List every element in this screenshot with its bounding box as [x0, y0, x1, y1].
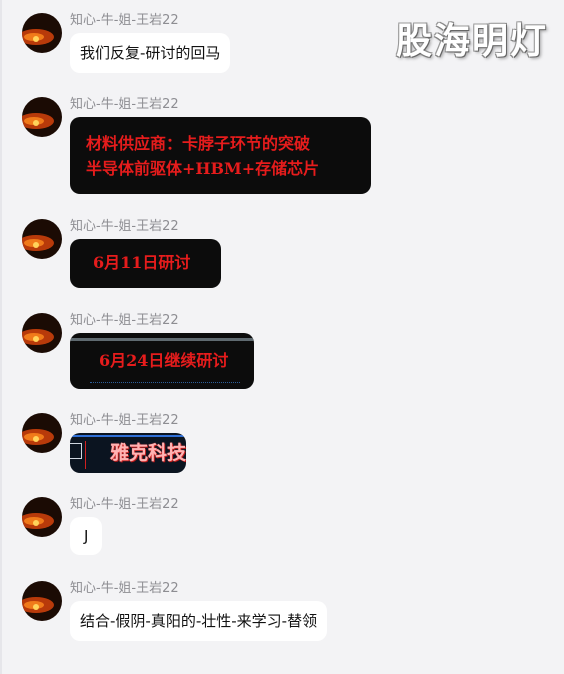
sender-name: 知心-牛-姐-王岩22: [70, 581, 179, 596]
image-message-bubble[interactable]: 雅克科技: [70, 433, 186, 473]
avatar-sunset-image: [22, 413, 62, 453]
avatar-sunset-image: [22, 219, 62, 259]
image-message-bubble[interactable]: 材料供应商：卡脖子环节的突破 半导体前驱体+HBM+存储芯片: [70, 117, 371, 194]
sender-name: 知心-牛-姐-王岩22: [70, 413, 179, 428]
image-message-bubble[interactable]: 6月11日研讨: [70, 239, 221, 288]
image-top-stripe: [70, 338, 254, 341]
text-message-bubble[interactable]: 我们反复-研讨的回马: [70, 33, 231, 73]
left-divider: [0, 0, 2, 674]
text-message-bubble[interactable]: 结合-假阴-真阳的-壮性-来学习-替领: [70, 601, 328, 641]
image-text-line: 材料供应商：卡脖子环节的突破: [86, 134, 311, 153]
sender-name: 知心-牛-姐-王岩22: [70, 219, 179, 234]
sender-name: 知心-牛-姐-王岩22: [70, 497, 179, 512]
image-text: 雅克科技: [110, 442, 186, 464]
image-red-divider: [85, 441, 86, 469]
image-dotted-line: [90, 382, 240, 383]
avatar[interactable]: [22, 13, 62, 53]
image-message-bubble[interactable]: 6月24日继续研讨: [70, 333, 254, 389]
image-text: 6月11日研讨: [93, 253, 191, 272]
avatar-sunset-image: [22, 97, 62, 137]
avatar[interactable]: [22, 497, 62, 537]
avatar-sunset-image: [22, 581, 62, 621]
sender-name: 知心-牛-姐-王岩22: [70, 313, 179, 328]
image-box-icon: [70, 443, 82, 459]
image-top-stripe: [70, 435, 186, 437]
sender-name: 知心-牛-姐-王岩22: [70, 97, 179, 112]
sender-name: 知心-牛-姐-王岩22: [70, 13, 179, 28]
avatar[interactable]: [22, 581, 62, 621]
avatar-sunset-image: [22, 497, 62, 537]
avatar[interactable]: [22, 219, 62, 259]
text-message-bubble[interactable]: J: [70, 517, 103, 555]
watermark-logo: 股海明灯: [395, 21, 548, 62]
avatar[interactable]: [22, 97, 62, 137]
avatar-sunset-image: [22, 313, 62, 353]
image-text: 6月24日继续研讨: [99, 351, 229, 370]
avatar[interactable]: [22, 413, 62, 453]
chat-page: 股海明灯 知心-牛-姐-王岩22 我们反复-研讨的回马 知心-牛-姐-王岩22: [0, 0, 564, 674]
avatar[interactable]: [22, 313, 62, 353]
avatar-sunset-image: [22, 13, 62, 53]
image-text-line: 半导体前驱体+HBM+存储芯片: [86, 159, 320, 178]
